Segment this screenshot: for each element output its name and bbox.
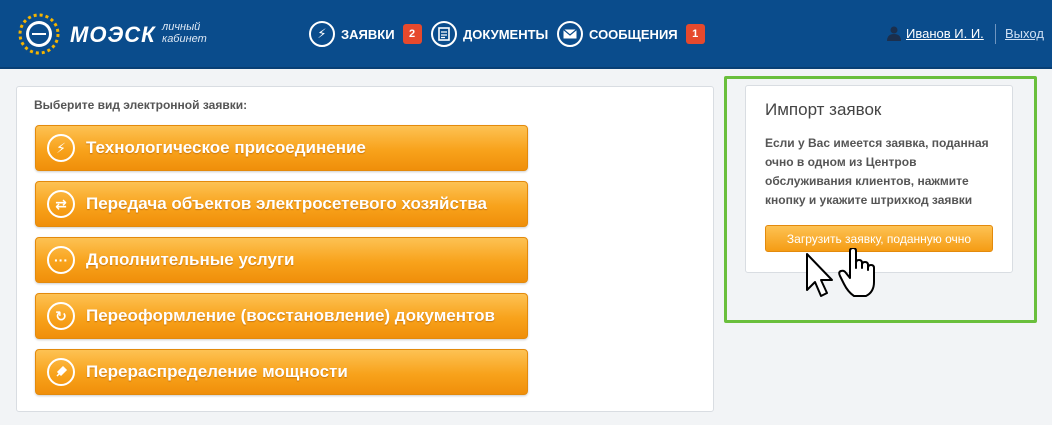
- nav-requests-label: ЗАЯВКИ: [341, 26, 395, 42]
- import-title: Импорт заявок: [765, 100, 882, 119]
- hand-cursor-icon: [838, 248, 875, 297]
- nav-messages[interactable]: СООБЩЕНИЯ 1: [557, 20, 705, 48]
- user-name-link[interactable]: Иванов И. И.: [906, 26, 984, 41]
- lightning-icon: ⚡: [47, 134, 75, 162]
- requests-count-badge: 2: [402, 24, 422, 44]
- tech-connection-button[interactable]: ⚡ Технологическое присоединение: [35, 125, 528, 171]
- button-label: Передача объектов электросетевого хозяйс…: [86, 194, 487, 213]
- nav-messages-label: СООБЩЕНИЯ: [589, 26, 678, 42]
- messages-count-badge: 1: [685, 24, 705, 44]
- transfer-objects-button[interactable]: ⇄ Передача объектов электросетевого хозя…: [35, 181, 528, 227]
- transfer-icon: ⇄: [47, 190, 75, 218]
- plug-icon: [47, 358, 75, 386]
- brand-name[interactable]: МОЭСК: [70, 22, 156, 48]
- logout-link[interactable]: Выход: [1005, 26, 1044, 41]
- user-icon: [887, 26, 901, 41]
- brand-subtitle-line1: личный: [162, 21, 201, 33]
- user-menu[interactable]: Иванов И. И.: [887, 26, 984, 41]
- arrow-cursor-icon: [806, 253, 833, 297]
- ellipsis-icon: ···: [47, 246, 75, 274]
- refresh-icon: ↻: [47, 302, 75, 330]
- panel-title: Выберите вид электронной заявки:: [34, 98, 248, 112]
- button-label: Технологическое присоединение: [86, 138, 366, 157]
- power-redistribution-button[interactable]: Перераспределение мощности: [35, 349, 528, 395]
- brand-subtitle: личный кабинет: [162, 21, 207, 45]
- document-icon: [431, 21, 457, 47]
- logo-icon[interactable]: [14, 12, 64, 56]
- nav-documents[interactable]: ДОКУМЕНТЫ: [431, 20, 548, 48]
- reissue-documents-button[interactable]: ↻ Переоформление (восстановление) докуме…: [35, 293, 528, 339]
- envelope-icon: [557, 21, 583, 47]
- button-label: Перераспределение мощности: [86, 362, 348, 381]
- lightning-icon: ⚡: [309, 21, 335, 47]
- import-description: Если у Вас имеется заявка, поданная очно…: [765, 136, 989, 207]
- header-divider: [995, 24, 996, 44]
- brand-subtitle-line2: кабинет: [162, 33, 207, 45]
- additional-services-button[interactable]: ··· Дополнительные услуги: [35, 237, 528, 283]
- nav-requests[interactable]: ⚡ ЗАЯВКИ 2: [309, 20, 422, 48]
- nav-documents-label: ДОКУМЕНТЫ: [463, 26, 549, 42]
- button-label: Дополнительные услуги: [86, 250, 295, 269]
- button-label: Переоформление (восстановление) документ…: [86, 306, 495, 325]
